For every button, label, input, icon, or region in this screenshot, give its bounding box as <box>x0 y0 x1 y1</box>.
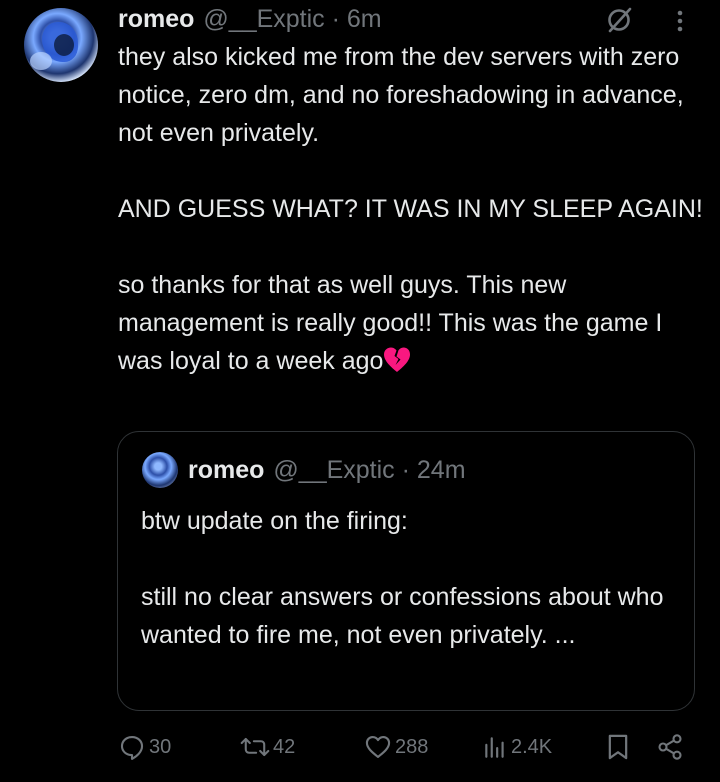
reply-count: 30 <box>149 735 172 758</box>
action-bar: 30 42 288 2.4K <box>0 728 720 766</box>
like-button[interactable]: 288 <box>364 728 428 766</box>
like-icon <box>365 736 391 758</box>
like-count: 288 <box>395 735 429 758</box>
author-name[interactable]: romeo <box>118 5 194 34</box>
views-icon <box>485 737 504 758</box>
quoted-avatar[interactable] <box>142 452 178 488</box>
post-header: romeo @__Exptic · 6m <box>118 5 382 33</box>
reply-icon <box>120 736 144 760</box>
post-text: they also kicked me from the dev servers… <box>118 38 708 380</box>
bookmark-icon <box>608 734 628 760</box>
repost-count: 42 <box>273 735 296 758</box>
post-text-content: they also kicked me from the dev servers… <box>118 43 703 375</box>
repost-icon <box>240 737 270 757</box>
quoted-post[interactable]: romeo @__Exptic · 24m btw update on the … <box>117 431 695 711</box>
grok-icon[interactable] <box>605 6 633 34</box>
broken-heart-emoji <box>384 347 411 372</box>
share-button[interactable] <box>656 728 684 766</box>
views-button[interactable]: 2.4K <box>482 728 552 766</box>
share-icon <box>658 734 682 760</box>
author-handle-time[interactable]: @__Exptic · 6m <box>203 5 381 34</box>
avatar[interactable] <box>24 8 98 82</box>
reply-button[interactable]: 30 <box>118 728 171 766</box>
quoted-text: btw update on the firing: still no clear… <box>141 507 664 649</box>
quoted-header: romeo @__Exptic · 24m <box>188 456 466 485</box>
views-count: 2.4K <box>511 735 553 758</box>
quoted-handle-time: @__Exptic · 24m <box>273 456 466 484</box>
bookmark-button[interactable] <box>606 728 630 766</box>
more-icon[interactable] <box>670 8 690 34</box>
repost-button[interactable]: 42 <box>240 728 295 766</box>
quoted-author-name: romeo <box>188 456 265 484</box>
